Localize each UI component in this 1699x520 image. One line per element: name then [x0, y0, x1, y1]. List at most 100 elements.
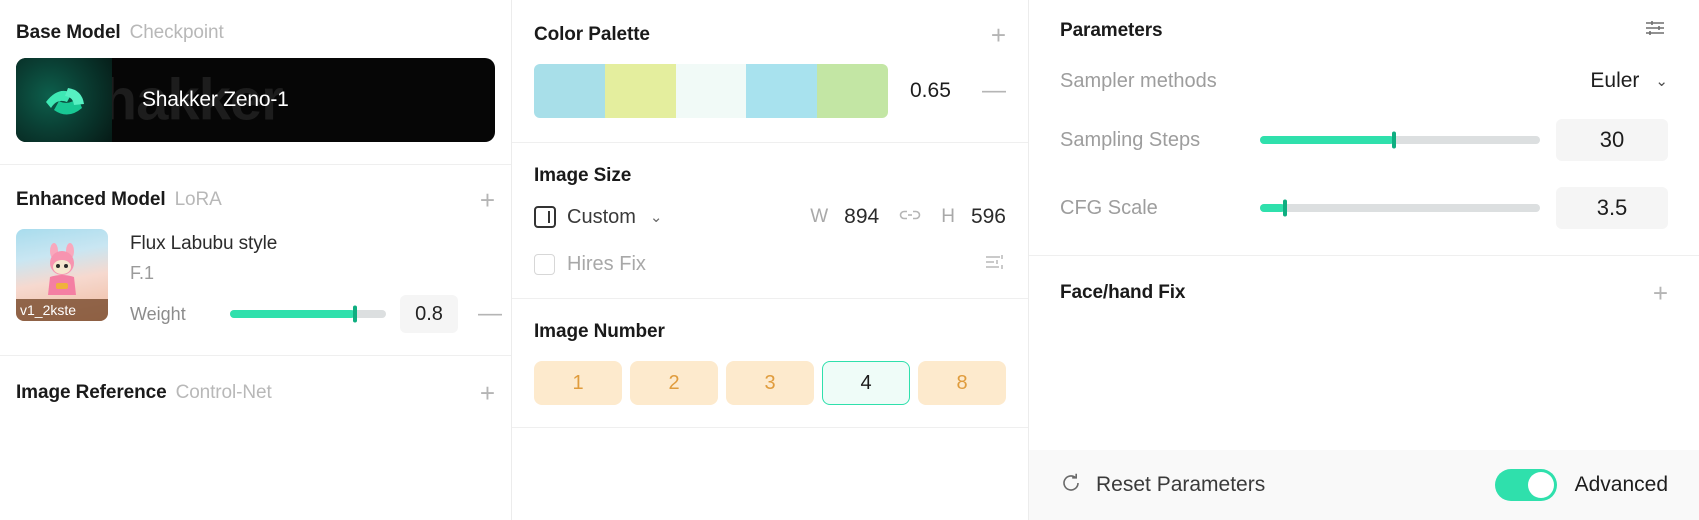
image-size-row: Custom ⌄ W 894 H 596 [534, 205, 1006, 229]
advanced-toggle-knob [1527, 472, 1554, 498]
parameter-row-cfg-scale: CFG Scale 3.5 [1060, 187, 1668, 229]
lora-weight-slider-thumb[interactable] [352, 305, 357, 323]
image-size-preset-value[interactable]: Custom [567, 206, 636, 229]
parameters-title: Parameters [1060, 19, 1163, 41]
parameter-rows: Sampler methods Euler ⌄ Sampling Steps 30 CFG… [1060, 69, 1668, 229]
remove-lora-button[interactable]: — [478, 302, 502, 326]
add-face-hand-fix-button[interactable]: + [1653, 280, 1668, 306]
remove-color-palette-button[interactable]: — [982, 79, 1006, 103]
height-label: H [941, 206, 955, 227]
parameter-slider[interactable] [1260, 199, 1540, 217]
add-controlnet-button[interactable]: + [480, 380, 495, 406]
parameter-value[interactable]: 3.5 [1556, 187, 1668, 229]
face-hand-fix-title: Face/hand Fix [1060, 282, 1186, 303]
image-number-option-8[interactable]: 8 [918, 361, 1006, 405]
color-palette-strength-value: 0.65 [910, 79, 951, 102]
aspect-ratio-icon [534, 206, 556, 228]
base-model-section: Base Model Checkpoint Shakker Shakker Ze… [0, 0, 511, 164]
image-number-option-3[interactable]: 3 [726, 361, 814, 405]
base-model-title: Base Model [16, 22, 121, 43]
image-number-option-1[interactable]: 1 [534, 361, 622, 405]
image-reference-subtitle: Control-Net [175, 382, 272, 403]
parameters-footer: Reset Parameters Advanced [1029, 450, 1699, 520]
color-swatch-3[interactable] [675, 64, 747, 118]
base-model-name: Shakker Zeno-1 [142, 88, 289, 111]
color-palette-title: Color Palette [534, 24, 650, 45]
lora-weight-slider[interactable] [230, 305, 386, 323]
generation-settings-panel: Base Model Checkpoint Shakker Shakker Ze… [0, 0, 1699, 520]
width-value[interactable]: 894 [844, 205, 879, 229]
height-value[interactable]: 596 [971, 205, 1006, 229]
sampler-select-value: Euler [1590, 69, 1640, 92]
parameters-header: Parameters [1060, 0, 1668, 43]
image-size-header: Image Size [534, 143, 1006, 187]
lora-thumbnail[interactable]: v1_2kste [16, 229, 108, 321]
parameters-section: Parameters Sampler methods Euler ⌄ Sampling… [1029, 0, 1699, 255]
width-label: W [810, 206, 829, 227]
parameter-slider-wrap [1260, 199, 1540, 217]
left-column: Base Model Checkpoint Shakker Shakker Ze… [0, 0, 511, 520]
labubu-figure-icon [48, 243, 76, 296]
base-model-subtitle: Checkpoint [129, 22, 224, 43]
parameters-settings-icon[interactable] [1644, 18, 1668, 43]
advanced-toggle[interactable] [1494, 469, 1557, 501]
lora-item: v1_2kste Flux Labubu style F.1 Weight 0.… [16, 229, 502, 333]
face-hand-fix-header: Face/hand Fix + [1060, 256, 1668, 330]
color-swatch-5[interactable] [817, 64, 888, 118]
reset-parameters-button[interactable]: Reset Parameters [1096, 473, 1265, 497]
enhanced-model-section: Enhanced Model LoRA + v1_2kste Flux Labu… [0, 165, 511, 355]
image-size-title: Image Size [534, 165, 632, 186]
image-number-option-2[interactable]: 2 [630, 361, 718, 405]
face-hand-fix-section: Face/hand Fix + [1029, 256, 1699, 330]
parameter-value[interactable]: 30 [1556, 119, 1668, 161]
chevron-down-icon[interactable]: ⌄ [650, 208, 663, 226]
color-palette-header: Color Palette + [534, 0, 1006, 48]
parameter-slider-fill [1260, 204, 1286, 212]
hires-fix-row: Hires Fix [534, 253, 1006, 298]
image-number-header: Image Number [534, 299, 1006, 343]
image-size-section: Image Size Custom ⌄ W 894 H 596 Hires Fi… [512, 143, 1028, 298]
color-swatch-4[interactable] [746, 64, 818, 118]
color-palette-section: Color Palette + 0.65 — [512, 0, 1028, 142]
image-number-section: Image Number 12348 [512, 299, 1028, 427]
lora-weight-value[interactable]: 0.8 [400, 295, 458, 333]
add-lora-button[interactable]: + [480, 187, 495, 213]
color-swatches[interactable] [534, 64, 888, 118]
parameter-slider-thumb[interactable] [1283, 199, 1288, 217]
image-number-option-4[interactable]: 4 [822, 361, 910, 405]
base-model-card[interactable]: Shakker Shakker Zeno-1 [16, 58, 495, 142]
shakker-logo-icon [46, 88, 84, 115]
image-reference-header: Image Reference Control-Net + [16, 356, 495, 406]
parameter-row-sampling-steps: Sampling Steps 30 [1060, 119, 1668, 161]
dimension-group: W 894 H 596 [810, 205, 1006, 229]
lora-version-badge: v1_2kste [16, 299, 108, 321]
enhanced-model-header: Enhanced Model LoRA + [16, 165, 495, 213]
base-model-header: Base Model Checkpoint [16, 0, 495, 44]
enhanced-model-subtitle: LoRA [174, 189, 222, 210]
base-model-thumbnail [16, 58, 112, 142]
link-icon[interactable] [899, 207, 921, 227]
image-reference-title: Image Reference [16, 382, 167, 403]
lora-weight-slider-fill [230, 310, 355, 318]
parameter-slider-wrap [1260, 131, 1540, 149]
image-reference-section: Image Reference Control-Net + [0, 356, 511, 406]
parameter-slider-thumb[interactable] [1392, 131, 1397, 149]
right-spacer [1029, 330, 1699, 450]
parameter-label: Sampler methods [1060, 69, 1217, 92]
parameter-slider-fill [1260, 136, 1395, 144]
add-color-palette-button[interactable]: + [991, 22, 1006, 48]
parameter-slider[interactable] [1260, 131, 1540, 149]
lora-base-model: F.1 [130, 263, 155, 283]
enhanced-model-title: Enhanced Model [16, 189, 166, 210]
lora-name: Flux Labubu style [130, 233, 278, 254]
color-swatch-2[interactable] [604, 64, 676, 118]
refresh-icon[interactable] [1060, 472, 1082, 499]
color-swatch-1[interactable] [534, 64, 605, 118]
divider-number-bottom [512, 427, 1028, 428]
color-palette-row: 0.65 — [534, 64, 1006, 118]
hires-fix-checkbox[interactable] [534, 254, 555, 275]
hires-fix-settings-icon[interactable] [984, 253, 1006, 276]
chevron-down-icon[interactable]: ⌄ [1655, 72, 1668, 90]
image-number-options: 12348 [534, 361, 1006, 405]
sampler-select[interactable]: Euler ⌄ [1590, 69, 1668, 93]
